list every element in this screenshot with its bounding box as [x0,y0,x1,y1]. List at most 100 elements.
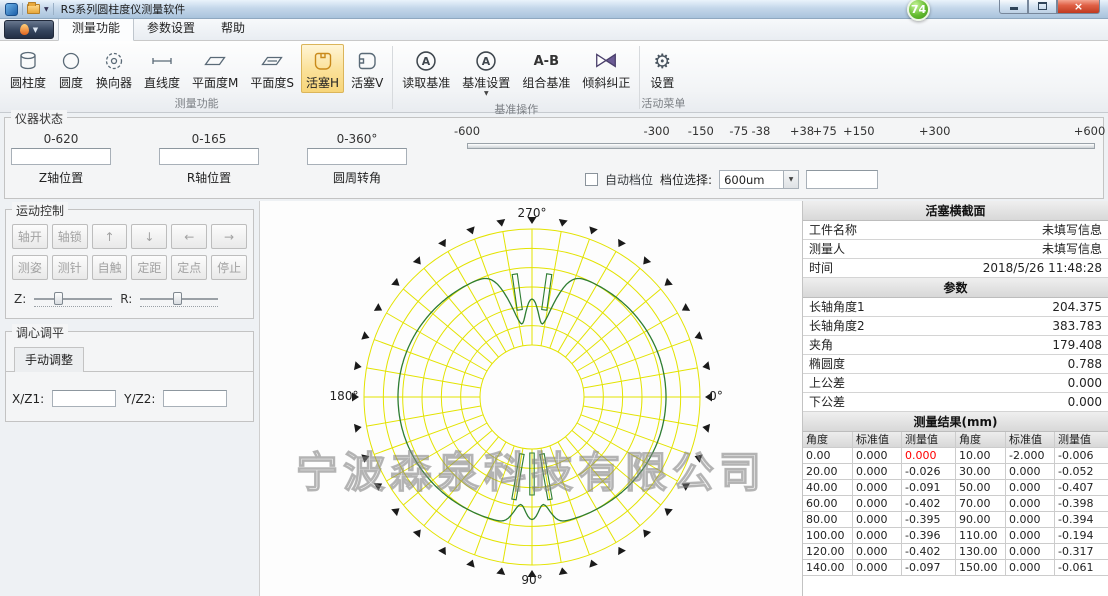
ribbon-button-settings[interactable]: ⚙ 设置 [644,44,680,93]
rotation-angle-input[interactable] [307,148,407,165]
circled-a-icon: A [474,48,498,74]
info-row-value: 未填写信息 [1042,221,1102,239]
ribbon-button-label: 换向器 [96,74,132,91]
gear-extra-input[interactable] [806,170,878,189]
yz2-input[interactable] [163,390,227,407]
dropdown-icon[interactable]: ▼ [484,91,489,97]
plane-s-icon [261,48,283,74]
motion-button[interactable]: 测姿 [12,255,48,280]
gear-select-label: 档位选择: [660,171,712,188]
motion-button[interactable]: 测针 [52,255,88,280]
gear-selection-row: 自动档位 档位选择: 600um ▼ [585,170,878,189]
ribbon-button-label: 倾斜纠正 [582,74,630,91]
ribbon-button-piston-h[interactable]: 活塞H [301,44,344,93]
security-score-badge[interactable]: 74 [907,0,930,21]
polar-chart-area: 270° 180° 0° 90° 宁波森泉科技有限公司 [260,201,802,596]
motion-button[interactable]: ↓ [131,224,167,249]
motion-button[interactable]: 停止 [211,255,247,280]
svg-text:A: A [482,55,491,68]
z-axis-position-input[interactable] [11,148,111,165]
motion-button[interactable]: 定距 [131,255,167,280]
angle-label-top: 270° [518,206,547,220]
chevron-down-icon[interactable]: ▼ [783,171,798,188]
z-slider[interactable] [32,290,114,308]
motion-button[interactable]: 自触 [92,255,128,280]
r-slider-thumb[interactable] [173,292,182,305]
results-cell: -0.006 [1055,448,1108,464]
info-row-value: 2018/5/26 11:48:28 [983,259,1102,277]
motion-button[interactable]: ← [171,224,207,249]
results-cell: 80.00 [803,512,853,528]
minimize-button[interactable] [999,0,1028,14]
r-axis-position-input[interactable] [159,148,259,165]
param-row-value: 0.000 [1068,393,1102,411]
tick-marker [413,530,421,538]
grid-circle [480,345,584,449]
ribbon-button-roundness[interactable]: 圆度 [53,44,89,93]
motion-button[interactable]: 定点 [171,255,207,280]
ribbon-button-combined-datum[interactable]: A-B 组合基准 [517,44,575,99]
ribbon-button-label: 组合基准 [522,74,570,91]
ruler-tick-label: +38 [790,124,814,138]
z-slider-track[interactable] [34,298,112,300]
angle-label-bottom: 90° [521,573,542,587]
xz1-input[interactable] [52,390,116,407]
param-row-label: 长轴角度2 [809,317,865,335]
ribbon-button-straightness[interactable]: 直线度 [139,44,185,93]
ribbon-button-read-datum[interactable]: A 读取基准 [397,44,455,99]
results-cell: -0.317 [1055,544,1108,560]
ruler-tick-label: -600 [454,124,480,138]
section-title-cross-section: 活塞横截面 [803,201,1108,221]
maximize-button[interactable] [1028,0,1057,14]
tick-marker [682,483,690,491]
open-file-icon[interactable] [27,4,40,14]
r-slider[interactable] [138,290,220,308]
tick-marker [589,226,597,234]
results-cell: 60.00 [803,496,853,512]
results-cell: -0.091 [902,480,956,496]
ribbon-button-label: 圆柱度 [10,74,46,91]
cylinder-icon [17,48,39,74]
ribbon-button-flatness-m[interactable]: 平面度M [187,44,243,93]
tab-parameter-settings[interactable]: 参数设置 [134,16,208,40]
results-cell: -0.396 [902,528,956,544]
ruler-tick-label: +75 [813,124,837,138]
motion-button[interactable]: → [211,224,247,249]
ribbon-button-commutator[interactable]: 换向器 [91,44,137,93]
param-row: 长轴角度1204.375 [803,298,1108,317]
tick-marker [682,303,690,311]
ribbon-button-piston-v[interactable]: 活塞V [346,44,388,93]
motion-button[interactable]: ↑ [92,224,128,249]
results-cell: 0.000 [853,560,902,576]
tab-help[interactable]: 帮助 [208,16,258,40]
param-row: 下公差0.000 [803,393,1108,412]
z-slider-thumb[interactable] [54,292,63,305]
r-axis-range-label: 0-165 [192,132,227,146]
motion-button[interactable]: 轴锁 [52,224,88,249]
a-b-icon: A-B [534,48,559,74]
gear-select-dropdown[interactable]: 600um ▼ [719,170,799,189]
auto-gear-checkbox[interactable] [585,173,598,186]
info-row: 测量人未填写信息 [803,240,1108,259]
tick-marker [391,278,399,286]
info-row-label: 时间 [809,259,833,277]
results-cell: 120.00 [803,544,853,560]
angle-label-right: 0° [709,389,723,403]
ribbon: 圆柱度 圆度 换向器 直线度 平面度M 平面度S [0,41,1108,113]
tick-marker [496,219,505,227]
yz2-label: Y/Z2: [124,392,155,406]
ribbon-button-tilt-correction[interactable]: 倾斜纠正 [577,44,635,99]
section-title-results: 测量结果(mm) [803,412,1108,432]
motion-button[interactable]: 轴开 [12,224,48,249]
app-logo-icon[interactable] [5,3,18,16]
quick-access-dropdown-icon[interactable]: ▼ [44,6,49,13]
tab-manual-adjust[interactable]: 手动调整 [14,347,84,372]
tick-marker [361,331,369,339]
ribbon-button-datum-settings[interactable]: A 基准设置 ▼ [457,44,515,99]
app-menu-button[interactable]: ▼ [4,20,54,39]
results-cell: 40.00 [803,480,853,496]
ribbon-button-flatness-s[interactable]: 平面度S [245,44,299,93]
ribbon-button-cylindricity[interactable]: 圆柱度 [5,44,51,93]
tick-marker [589,560,597,568]
close-button[interactable]: × [1057,0,1100,14]
